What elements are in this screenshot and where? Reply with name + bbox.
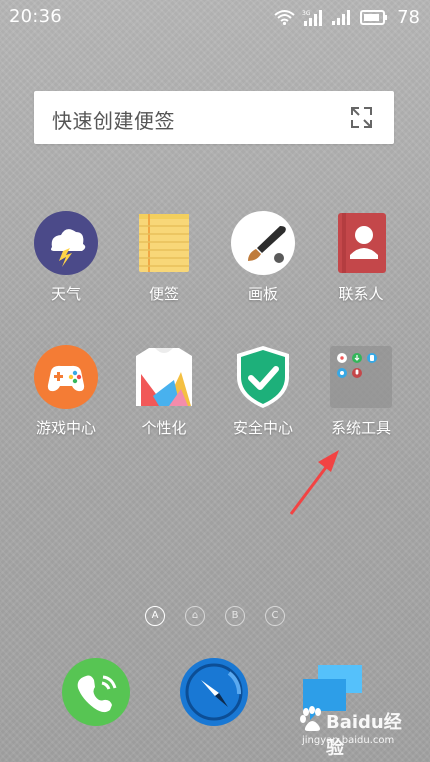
contacts-icon [338, 213, 386, 273]
system-tools-folder-icon [330, 346, 392, 408]
browser-compass-icon[interactable] [179, 657, 249, 727]
status-icons: 3G 78 [274, 6, 420, 28]
notes-icon [139, 214, 189, 272]
phone-icon[interactable] [61, 657, 131, 727]
status-bar: 20:36 3G 78 [0, 0, 430, 34]
battery-icon [360, 9, 388, 25]
status-time: 20:36 [9, 6, 62, 27]
app-system-tools-folder[interactable]: 系统工具 [315, 344, 407, 452]
game-controller-icon [34, 345, 98, 409]
page-indicators: A ⌂ B C [145, 606, 285, 630]
page-indicator-home[interactable]: ⌂ [185, 606, 205, 626]
app-notes[interactable]: 便签 [118, 210, 210, 318]
app-security-center-label: 安全中心 [232, 419, 293, 437]
app-weather-label: 天气 [50, 285, 81, 303]
signal-bars-icon [332, 10, 351, 25]
svg-text:3G: 3G [302, 10, 311, 17]
shield-check-icon [237, 346, 289, 408]
app-notes-label: 便签 [148, 285, 179, 303]
app-game-center-label: 游戏中心 [35, 419, 96, 437]
red-annotation-arrow [289, 450, 339, 515]
app-weather[interactable]: 天气 [20, 210, 112, 318]
app-system-tools-label: 系统工具 [330, 419, 391, 437]
page-indicator-b[interactable]: B [225, 606, 245, 626]
drawing-board-icon [231, 211, 295, 275]
page-indicator-c[interactable]: C [265, 606, 285, 626]
weather-icon [34, 211, 98, 275]
baidu-watermark: Baidu经验 jingyan.baidu.com [296, 706, 418, 759]
quick-note-text: 快速创建便签 [52, 109, 175, 133]
page-indicator-a[interactable]: A [145, 606, 165, 626]
app-personalization-label: 个性化 [141, 419, 187, 437]
app-security-center[interactable]: 安全中心 [217, 344, 309, 452]
app-personalization[interactable]: 个性化 [118, 344, 210, 452]
signal-3g-icon: 3G [302, 10, 323, 26]
app-contacts[interactable]: 联系人 [315, 210, 407, 318]
baidu-paw-icon [300, 706, 321, 731]
expand-icon[interactable] [349, 105, 374, 130]
watermark-brand: Baidu经验 [326, 712, 402, 759]
quick-note-widget[interactable]: 快速创建便签 [34, 91, 394, 144]
wifi-icon [274, 10, 295, 25]
personalization-icon [136, 348, 192, 406]
app-drawing[interactable]: 画板 [217, 210, 309, 318]
app-drawing-label: 画板 [247, 285, 278, 303]
battery-level: 78 [397, 6, 420, 28]
app-contacts-label: 联系人 [338, 285, 384, 303]
app-game-center[interactable]: 游戏中心 [20, 344, 112, 452]
watermark-url: jingyan.baidu.com [302, 735, 395, 746]
